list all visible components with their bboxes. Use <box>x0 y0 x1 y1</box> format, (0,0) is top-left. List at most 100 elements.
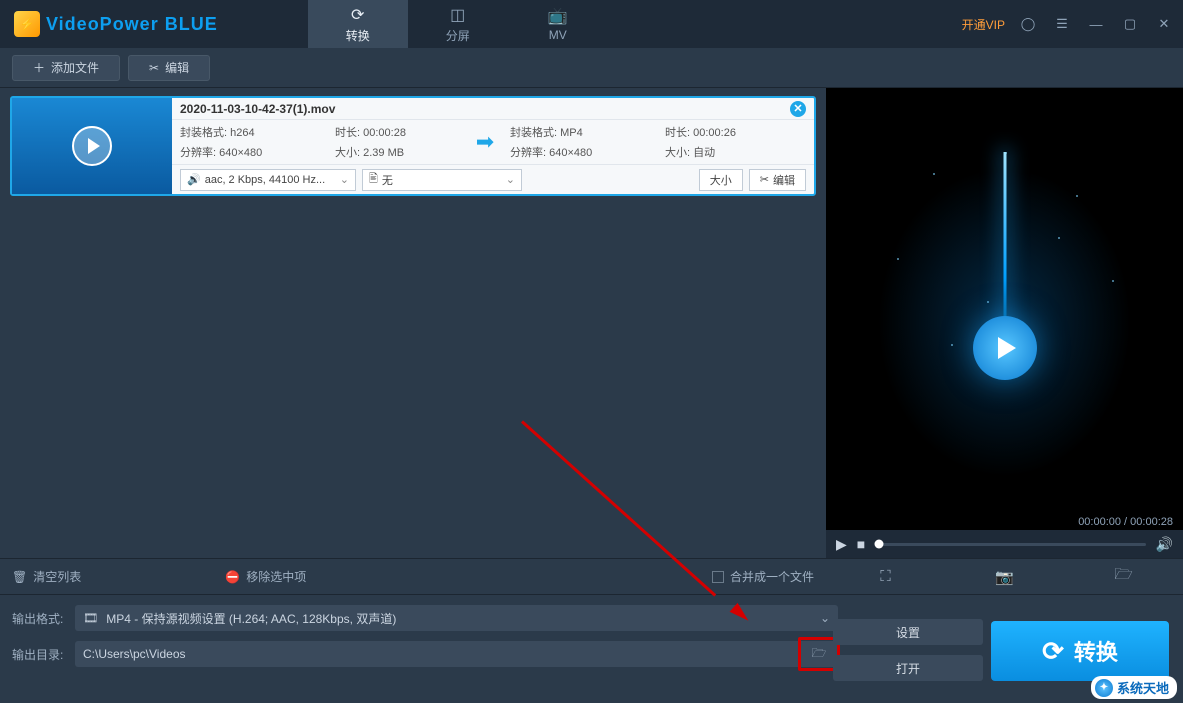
toolbar: ＋ 添加文件 ✂ 编辑 <box>0 48 1183 88</box>
file-list: 2020-11-03-10-42-37(1).mov ✕ 封装格式: h264 … <box>0 88 826 558</box>
dst-res: 分辨率: 640×480 <box>510 144 665 160</box>
size-button[interactable]: 大小 <box>699 169 743 191</box>
tab-mv-label: MV <box>549 28 567 42</box>
seek-slider[interactable] <box>875 543 1145 546</box>
app-title: VideoPower BLUE <box>46 14 218 35</box>
preview-play-icon <box>973 316 1037 380</box>
add-file-label: 添加文件 <box>51 59 99 76</box>
dst-duration: 时长: 00:00:26 <box>665 124 765 140</box>
convert-label: 转换 <box>1074 635 1118 667</box>
folder-icon[interactable]: 🗁 <box>1114 564 1134 589</box>
open-label: 打开 <box>896 660 920 677</box>
speaker-icon: 🔊 <box>187 173 201 186</box>
remove-label: 移除选中项 <box>246 568 306 585</box>
main-tabs: ⟳ 转换 ◫ 分屏 📺 MV <box>308 0 608 48</box>
output-format-row: 输出格式: 🎞 MP4 - 保持源视频设置 (H.264; AAC, 128Kb… <box>12 605 838 631</box>
preview-canvas[interactable] <box>826 88 1183 514</box>
plus-icon: ＋ <box>33 59 45 76</box>
output-format-label: 输出格式: <box>12 610 67 627</box>
merge-checkbox[interactable]: 合并成一个文件 <box>712 568 814 585</box>
edit-clip-button[interactable]: ✂ 编辑 <box>749 169 806 191</box>
remove-selected-button[interactable]: ⛔ 移除选中项 <box>225 568 306 585</box>
tab-convert[interactable]: ⟳ 转换 <box>308 0 408 48</box>
refresh-icon: ⟳ <box>351 5 364 25</box>
src-duration: 时长: 00:00:28 <box>335 124 460 140</box>
src-res: 分辨率: 640×480 <box>180 144 335 160</box>
maximize-icon[interactable]: ▢ <box>1119 13 1141 35</box>
checkbox-icon <box>712 571 724 583</box>
preview-tools: ⛶ 📷 🗁 <box>826 558 1183 594</box>
minimize-icon[interactable]: — <box>1085 13 1107 35</box>
close-icon[interactable]: ✕ <box>1153 13 1175 35</box>
fullscreen-icon[interactable]: ⛶ <box>876 568 896 585</box>
output-format-value: MP4 - 保持源视频设置 (H.264; AAC, 128Kbps, 双声道) <box>106 610 396 627</box>
trash-icon: 🗑 <box>12 570 27 584</box>
vip-link[interactable]: 开通VIP <box>962 16 1005 33</box>
seek-thumb[interactable] <box>875 540 884 549</box>
clear-label: 清空列表 <box>33 568 81 585</box>
dst-format: 封装格式: MP4 <box>510 124 665 140</box>
list-actions: 🗑 清空列表 ⛔ 移除选中项 合并成一个文件 <box>0 558 826 594</box>
remove-file-button[interactable]: ✕ <box>790 101 806 117</box>
subtitle-value: 无 <box>382 172 393 188</box>
tab-split-label: 分屏 <box>446 27 470 44</box>
output-dir-label: 输出目录: <box>12 646 67 663</box>
subtitle-icon: 🖹 <box>369 170 378 189</box>
snapshot-icon[interactable]: 📷 <box>995 568 1015 586</box>
tab-convert-label: 转换 <box>346 27 370 44</box>
app-header: ⚡ VideoPower BLUE ⟳ 转换 ◫ 分屏 📺 MV 开通VIP ◯… <box>0 0 1183 48</box>
edit-button[interactable]: ✂ 编辑 <box>128 55 210 81</box>
src-col2: 时长: 00:00:28 大小: 2.39 MB <box>335 124 460 160</box>
tab-mv[interactable]: 📺 MV <box>508 0 608 48</box>
main-area: 2020-11-03-10-42-37(1).mov ✕ 封装格式: h264 … <box>0 88 1183 558</box>
open-folder-button[interactable]: 打开 <box>833 655 983 681</box>
refresh-icon: ⟳ <box>1042 636 1064 667</box>
output-format-select[interactable]: 🎞 MP4 - 保持源视频设置 (H.264; AAC, 128Kbps, 双声… <box>75 605 838 631</box>
chevron-down-icon: ⌄ <box>820 611 830 625</box>
file-name: 2020-11-03-10-42-37(1).mov <box>180 102 335 116</box>
format-icon: 🎞 <box>83 611 98 625</box>
settings-button[interactable]: 设置 <box>833 619 983 645</box>
src-col1: 封装格式: h264 分辨率: 640×480 <box>180 124 335 160</box>
output-dir-value: C:\Users\pc\Videos <box>83 647 186 661</box>
watermark-text: 系统天地 <box>1117 678 1169 697</box>
logo-icon: ⚡ <box>14 11 40 37</box>
subtitle-select[interactable]: 🖹 无 ⌄ <box>362 169 522 191</box>
stop-button[interactable]: ■ <box>857 536 865 552</box>
menu-icon[interactable]: ☰ <box>1051 13 1073 35</box>
file-card[interactable]: 2020-11-03-10-42-37(1).mov ✕ 封装格式: h264 … <box>10 96 816 196</box>
play-icon <box>72 126 112 166</box>
preview-panel: 00:00:00 / 00:00:28 ▶ ■ 🔊 <box>826 88 1183 558</box>
output-dir-field[interactable]: C:\Users\pc\Videos 🗁 <box>75 641 838 667</box>
dst-col1: 封装格式: MP4 分辨率: 640×480 <box>510 124 665 160</box>
logo: ⚡ VideoPower BLUE <box>14 11 218 37</box>
tv-icon: 📺 <box>548 6 568 26</box>
file-info: 2020-11-03-10-42-37(1).mov ✕ 封装格式: h264 … <box>172 98 814 194</box>
file-title-row: 2020-11-03-10-42-37(1).mov ✕ <box>172 98 814 120</box>
chevron-down-icon: ⌄ <box>340 173 349 186</box>
file-controls: 🔊 aac, 2 Kbps, 44100 Hz... ⌄ 🖹 无 ⌄ 大小 ✂ … <box>172 164 814 194</box>
play-button[interactable]: ▶ <box>836 536 847 553</box>
dst-size: 大小: 自动 <box>665 144 765 160</box>
file-meta: 封装格式: h264 分辨率: 640×480 时长: 00:00:28 大小:… <box>172 120 814 164</box>
remove-icon: ⛔ <box>225 570 240 584</box>
split-icon: ◫ <box>450 5 465 25</box>
settings-label: 设置 <box>896 624 920 641</box>
convert-button[interactable]: ⟳ 转换 <box>991 621 1169 681</box>
merge-label: 合并成一个文件 <box>730 568 814 585</box>
volume-icon[interactable]: 🔊 <box>1156 536 1173 553</box>
watermark: ✦ 系统天地 <box>1091 676 1177 699</box>
audio-codec-select[interactable]: 🔊 aac, 2 Kbps, 44100 Hz... ⌄ <box>180 169 356 191</box>
scissors-icon: ✂ <box>760 173 769 186</box>
size-label: 大小 <box>710 172 732 188</box>
tab-split[interactable]: ◫ 分屏 <box>408 0 508 48</box>
actions-row: 🗑 清空列表 ⛔ 移除选中项 合并成一个文件 ⛶ 📷 🗁 <box>0 558 1183 594</box>
src-size: 大小: 2.39 MB <box>335 144 460 160</box>
output-dir-row: 输出目录: C:\Users\pc\Videos 🗁 <box>12 641 838 667</box>
output-area: 输出格式: 🎞 MP4 - 保持源视频设置 (H.264; AAC, 128Kb… <box>0 594 1183 679</box>
side-buttons: 设置 打开 <box>833 619 983 681</box>
clear-list-button[interactable]: 🗑 清空列表 <box>12 568 81 585</box>
user-icon[interactable]: ◯ <box>1017 13 1039 35</box>
add-file-button[interactable]: ＋ 添加文件 <box>12 55 120 81</box>
file-thumbnail[interactable] <box>12 98 172 194</box>
